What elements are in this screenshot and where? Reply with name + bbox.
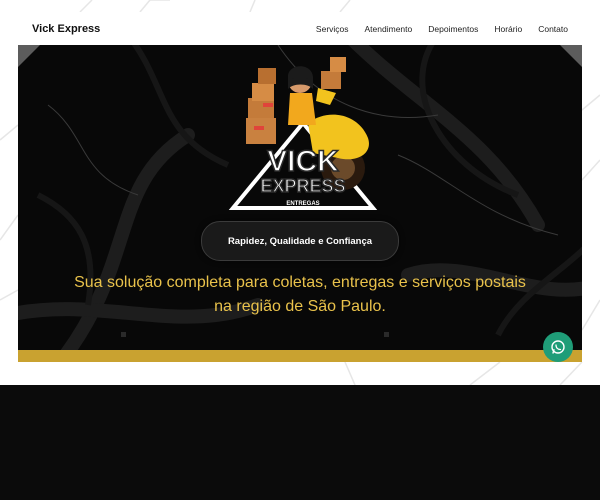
logo-tag-text: ENTREGAS: [286, 201, 319, 207]
dark-section: [0, 385, 600, 500]
nav-links: Serviços Atendimento Depoimentos Horário…: [316, 24, 582, 34]
brand-logo-text[interactable]: Vick Express: [18, 23, 100, 35]
nav-link-servicos[interactable]: Serviços: [316, 24, 349, 34]
whatsapp-button[interactable]: [543, 332, 573, 362]
corner-decoration-left: [18, 45, 40, 67]
corner-decoration-right: [560, 45, 582, 67]
navbar: Vick Express Serviços Atendimento Depoim…: [18, 12, 582, 45]
vick-express-logo: VICK EXPRESS ENTREGAS: [228, 57, 378, 210]
nav-link-horario[interactable]: Horário: [494, 24, 522, 34]
nav-link-depoimentos[interactable]: Depoimentos: [428, 24, 478, 34]
whatsapp-icon: [551, 340, 565, 354]
gold-accent-bar: [18, 350, 582, 362]
nav-link-atendimento[interactable]: Atendimento: [365, 24, 413, 34]
hero-section: VICK EXPRESS ENTREGAS Rapidez, Qualidade…: [18, 45, 582, 350]
logo-subtitle-text: EXPRESS: [260, 176, 345, 196]
nav-link-contato[interactable]: Contato: [538, 24, 568, 34]
logo-title-text: VICK: [267, 145, 339, 178]
tagline-button[interactable]: Rapidez, Qualidade e Confiança: [201, 221, 399, 261]
hero-description: Sua solução completa para coletas, entre…: [74, 274, 526, 315]
